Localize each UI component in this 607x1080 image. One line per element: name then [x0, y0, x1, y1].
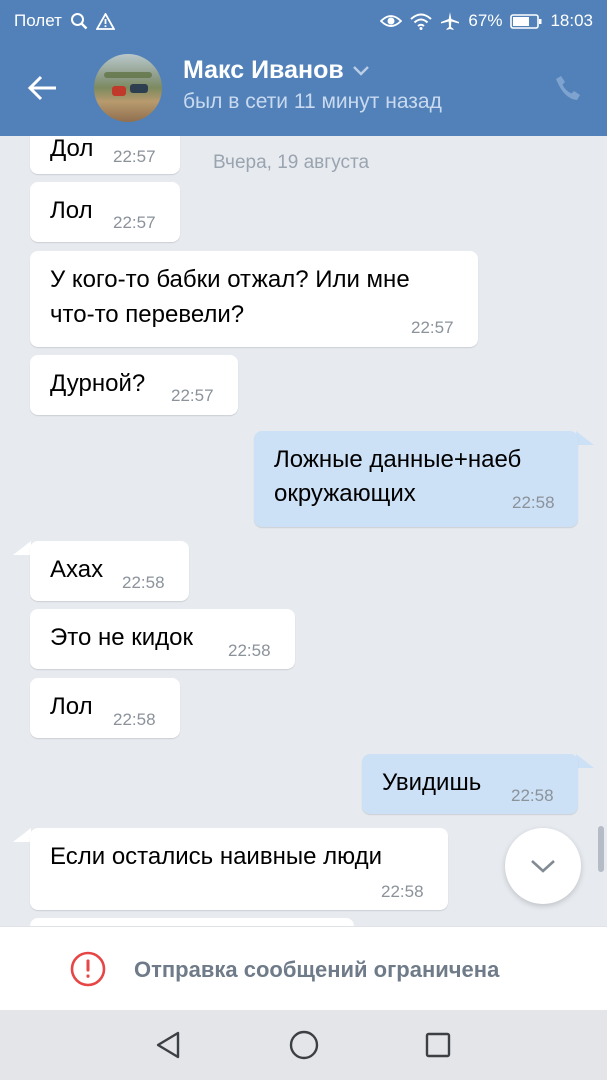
warning-icon	[95, 12, 115, 30]
message-text: Лол	[50, 197, 93, 224]
android-nav-bar	[0, 1010, 607, 1080]
message-text: Лол	[50, 693, 93, 720]
nav-back-button[interactable]	[150, 1027, 186, 1063]
message-time: 22:58	[228, 641, 271, 660]
avatar[interactable]	[94, 54, 162, 122]
back-button[interactable]	[22, 68, 62, 108]
call-button[interactable]	[550, 70, 586, 106]
message-list[interactable]: Дол 22:57 Вчера, 19 августа Лол 22:57 У …	[0, 136, 607, 926]
message-time: 22:57	[411, 318, 454, 337]
message-text: Увидишь	[382, 769, 482, 796]
message-bubble[interactable]: Лол 22:58	[30, 678, 180, 738]
carrier-name: Полет	[14, 11, 62, 30]
message-bubble-partial[interactable]	[30, 918, 354, 926]
restriction-text: Отправка сообщений ограничена	[134, 957, 500, 982]
nav-home-button[interactable]	[286, 1027, 322, 1063]
message-time: 22:58	[381, 882, 424, 901]
back-arrow-icon	[27, 75, 56, 101]
chat-header: Макс Иванов был в сети 11 минут назад	[0, 42, 607, 136]
status-time: 18:03	[550, 11, 593, 30]
contact-name: Макс Иванов	[183, 56, 344, 84]
message-text-line: Ложные данные+наеб	[274, 446, 522, 473]
status-bar-right: 67% 18:03	[380, 11, 593, 31]
message-time: 22:57	[113, 147, 156, 166]
recents-square-icon	[425, 1032, 451, 1058]
message-text-line: У кого-то бабки отжал? Или мне	[50, 266, 410, 293]
message-text-line: что-то перевели?	[50, 301, 245, 328]
wifi-icon	[410, 13, 433, 30]
chat-screen: Полет 67% 18:03 Макс Иванов был в сети 1…	[0, 0, 607, 1080]
message-text-line: окружающих	[274, 480, 416, 507]
message-bubble[interactable]: Дурной? 22:57	[30, 355, 238, 415]
status-bar: Полет 67% 18:03	[0, 0, 607, 42]
message-text: Дол	[50, 136, 94, 162]
message-bubble[interactable]: Если остались наивные люди 22:58	[30, 828, 448, 910]
message-time: 22:57	[171, 386, 214, 405]
date-separator: Вчера, 19 августа	[213, 152, 370, 173]
message-time: 22:57	[113, 213, 156, 232]
message-bubble[interactable]: Дол 22:57	[30, 136, 180, 174]
scrollbar-thumb[interactable]	[598, 826, 604, 872]
bubble-tail	[13, 541, 31, 555]
message-time: 22:58	[511, 786, 554, 805]
message-text: Если остались наивные люди	[50, 843, 382, 870]
message-time: 22:58	[113, 710, 156, 729]
message-bubble[interactable]: Лол 22:57	[30, 182, 180, 242]
message-bubble-outgoing[interactable]: Увидишь 22:58	[362, 754, 578, 814]
phone-icon	[556, 76, 580, 100]
back-triangle-icon	[156, 1031, 180, 1059]
contact-name-button[interactable]: Макс Иванов	[183, 56, 370, 85]
message-bubble[interactable]: Ахах 22:58	[30, 541, 189, 601]
message-text: Дурной?	[50, 370, 146, 397]
message-time: 22:58	[512, 493, 555, 512]
airplane-icon	[440, 11, 460, 31]
status-bar-left: Полет	[14, 11, 115, 31]
search-icon	[70, 12, 88, 30]
battery-icon	[510, 13, 542, 30]
message-text: Ахах	[50, 556, 104, 583]
chevron-down-icon	[352, 65, 369, 76]
messaging-restricted-bar: Отправка сообщений ограничена	[0, 926, 607, 1010]
nav-recents-button[interactable]	[420, 1027, 456, 1063]
eye-icon	[380, 13, 403, 29]
bubble-tail	[13, 828, 31, 842]
message-time: 22:58	[122, 573, 165, 592]
bubble-tail	[576, 431, 594, 445]
scroll-to-bottom-button[interactable]	[505, 828, 581, 904]
bubble-tail	[576, 754, 594, 768]
last-seen-status: был в сети 11 минут назад	[183, 90, 442, 113]
message-bubble[interactable]: У кого-то бабки отжал? Или мне что-то пе…	[30, 251, 478, 347]
alert-circle-icon	[70, 951, 106, 987]
home-circle-icon	[289, 1030, 319, 1060]
message-bubble-outgoing[interactable]: Ложные данные+наеб окружающих 22:58	[254, 431, 578, 527]
message-text: Это не кидок	[50, 624, 194, 651]
chevron-down-icon	[531, 860, 555, 873]
message-bubble[interactable]: Это не кидок 22:58	[30, 609, 295, 669]
battery-percent: 67%	[468, 11, 503, 30]
